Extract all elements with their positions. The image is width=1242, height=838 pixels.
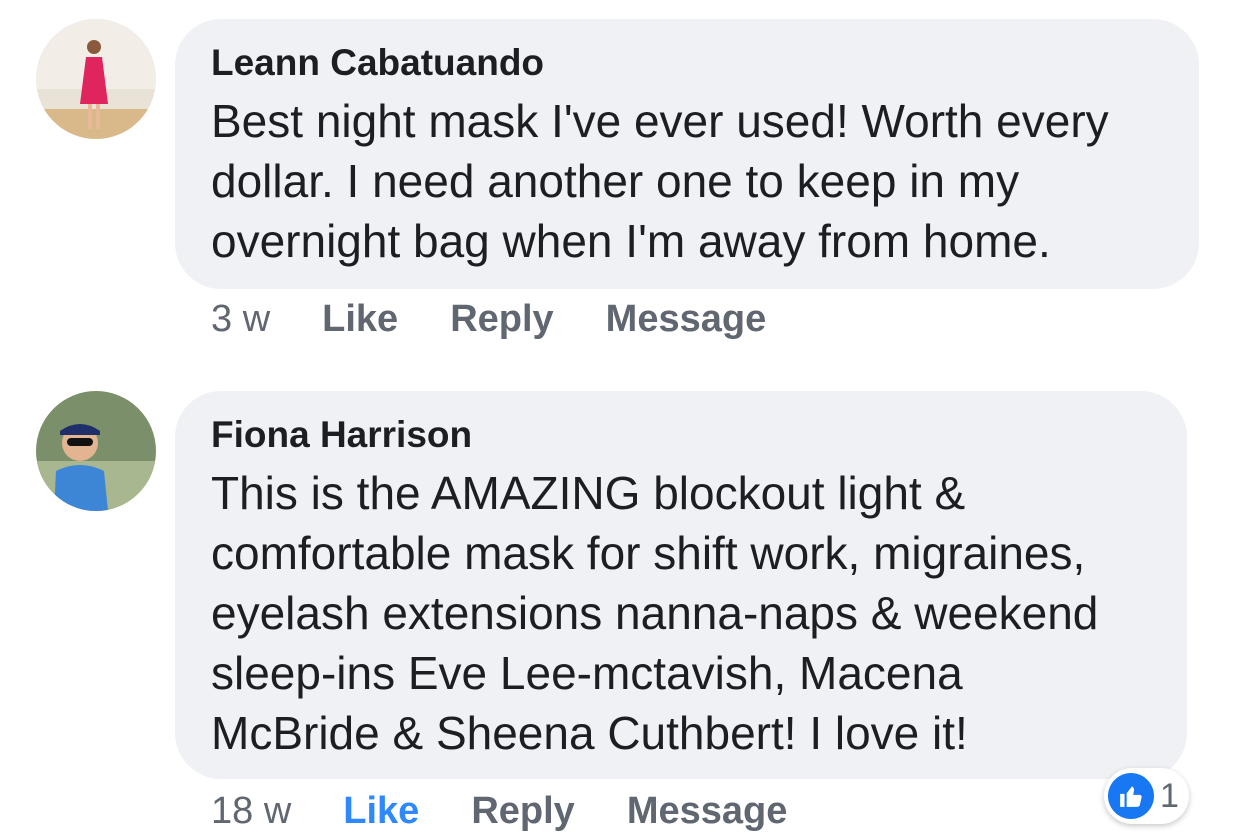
- reply-button[interactable]: Reply: [450, 298, 553, 341]
- reply-button[interactable]: Reply: [471, 790, 574, 833]
- comment-bubble: Leann Cabatuando Best night mask I've ev…: [175, 19, 1199, 289]
- like-button[interactable]: Like: [343, 790, 419, 833]
- reaction-count: 1: [1160, 776, 1179, 815]
- like-button[interactable]: Like: [322, 298, 398, 341]
- comment-actions: 18 w Like Reply Message: [211, 790, 839, 833]
- comment-author[interactable]: Fiona Harrison: [211, 413, 1151, 457]
- comment-author[interactable]: Leann Cabatuando: [211, 41, 1163, 85]
- message-button[interactable]: Message: [627, 790, 788, 833]
- avatar[interactable]: [36, 391, 156, 511]
- comment-actions: 3 w Like Reply Message: [211, 298, 818, 341]
- comment-timestamp[interactable]: 18 w: [211, 790, 291, 833]
- reaction-summary[interactable]: 1: [1104, 768, 1189, 824]
- avatar-image: [36, 19, 156, 139]
- thumbs-up-icon: [1108, 773, 1154, 819]
- avatar[interactable]: [36, 19, 156, 139]
- comment-timestamp[interactable]: 3 w: [211, 298, 270, 341]
- message-button[interactable]: Message: [606, 298, 767, 341]
- comment-text: This is the AMAZING blockout light & com…: [211, 467, 1099, 759]
- comment-bubble: Fiona Harrison This is the AMAZING block…: [175, 391, 1187, 779]
- avatar-image: [36, 391, 156, 511]
- comment-text: Best night mask I've ever used! Worth ev…: [211, 95, 1109, 267]
